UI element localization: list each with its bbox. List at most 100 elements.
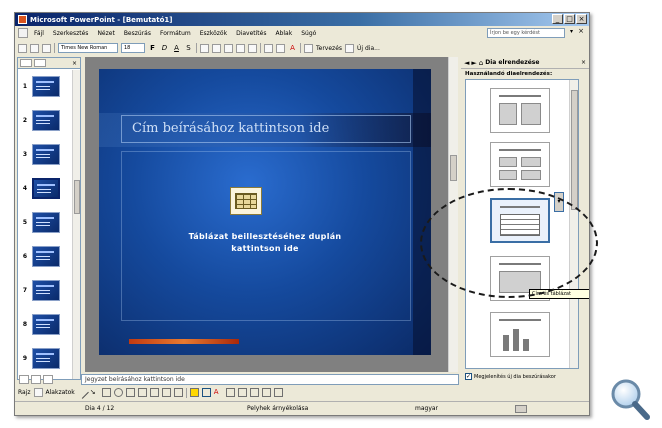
shadow-style-icon[interactable] <box>261 388 271 397</box>
dash-style-icon[interactable] <box>237 388 247 397</box>
layout-title-chart[interactable] <box>490 312 550 357</box>
bold-button[interactable]: F <box>148 44 157 52</box>
notes-field[interactable]: Jegyzet beírásához kattintson ide <box>81 373 459 385</box>
line-color-icon[interactable] <box>201 388 211 397</box>
menu-slideshow[interactable]: Diavetítés <box>236 30 266 37</box>
numbering-icon[interactable] <box>236 43 245 53</box>
picture-icon[interactable] <box>173 388 183 397</box>
line-icon[interactable] <box>75 386 89 399</box>
slide-thumbnail-row[interactable]: 2 <box>18 106 74 134</box>
diagram-icon[interactable] <box>149 388 159 397</box>
scrollbar-thumb[interactable] <box>450 155 457 181</box>
table-icon[interactable] <box>230 187 262 215</box>
slide-thumbnail-row[interactable]: 9 <box>18 344 74 372</box>
align-center-icon[interactable] <box>212 43 221 53</box>
menu-edit[interactable]: Szerkesztés <box>53 30 89 37</box>
layout-dropdown-button[interactable]: ▾ <box>554 192 564 212</box>
rectangle-icon[interactable] <box>101 388 111 397</box>
shadow-button[interactable]: S <box>184 44 193 52</box>
help-search-input[interactable]: Írjon be egy kérdést <box>487 28 565 38</box>
increase-font-icon[interactable] <box>264 43 273 53</box>
new-icon[interactable] <box>18 43 27 53</box>
slide-thumbnail-row[interactable]: 6 <box>18 242 74 270</box>
home-icon[interactable]: ⌂ <box>479 59 483 67</box>
layout-title-four-content[interactable] <box>490 142 550 187</box>
document-close-button[interactable]: × <box>578 27 584 35</box>
slideshow-view-button[interactable] <box>43 374 53 384</box>
maximize-button[interactable]: □ <box>564 14 575 24</box>
task-pane-title[interactable]: Dia elrendezése <box>485 59 539 66</box>
scrollbar-thumb[interactable] <box>74 180 80 214</box>
oval-icon[interactable] <box>113 388 123 397</box>
autoshapes-button[interactable]: Alakzatok <box>46 389 75 396</box>
minimize-button[interactable]: _ <box>552 14 563 24</box>
normal-view-button[interactable] <box>19 374 29 384</box>
back-arrow-icon[interactable]: ◄ <box>464 59 469 67</box>
font-color-icon[interactable]: A <box>214 388 223 397</box>
menu-view[interactable]: Nézet <box>97 30 114 37</box>
menu-file[interactable]: Fájl <box>34 30 44 37</box>
slide-thumbnail-row[interactable]: 1 <box>18 72 74 100</box>
align-right-icon[interactable] <box>224 43 233 53</box>
slide-thumbnail[interactable] <box>31 176 61 200</box>
slide-thumbnail[interactable] <box>32 143 60 165</box>
powerpoint-icon[interactable] <box>18 15 27 24</box>
italic-button[interactable]: D <box>160 44 169 52</box>
menu-format[interactable]: Formátum <box>160 30 191 37</box>
arrow-style-icon[interactable] <box>249 388 259 397</box>
sorter-view-button[interactable] <box>31 374 41 384</box>
font-name-select[interactable]: Times New Roman <box>58 43 118 53</box>
chevron-down-icon[interactable]: ▾ <box>570 28 573 35</box>
close-button[interactable]: × <box>576 14 587 24</box>
slide-thumbnail-row[interactable]: 3 <box>18 140 74 168</box>
slide-thumbnail[interactable] <box>32 313 60 335</box>
slide-thumbnail[interactable] <box>32 211 60 233</box>
fill-color-icon[interactable] <box>189 388 199 397</box>
title-placeholder[interactable]: Cím beírásához kattintson ide <box>121 115 411 143</box>
layout-title-two-content[interactable] <box>490 88 550 133</box>
draw-menu-button[interactable]: Rajz <box>18 389 31 396</box>
font-size-select[interactable]: 18 <box>121 43 145 53</box>
arrow-icon[interactable]: ↘ <box>90 388 99 397</box>
underline-button[interactable]: A <box>172 44 181 52</box>
align-left-icon[interactable] <box>200 43 209 53</box>
slide-thumbnail-row[interactable]: 5 <box>18 208 74 236</box>
forward-arrow-icon[interactable]: ► <box>471 59 476 67</box>
slide-thumbnail-row[interactable]: 7 <box>18 276 74 304</box>
decrease-font-icon[interactable] <box>276 43 285 53</box>
design-button[interactable]: Tervezés <box>316 45 342 52</box>
wordart-icon[interactable] <box>137 388 147 397</box>
layout-scrollbar[interactable] <box>569 80 578 368</box>
tab-slides[interactable] <box>20 59 32 67</box>
scrollbar-thumb[interactable] <box>571 90 578 210</box>
new-slide-button[interactable]: Új dia... <box>357 45 380 52</box>
slide-thumbnail[interactable] <box>32 279 60 301</box>
slide-scrollbar[interactable] <box>448 57 458 372</box>
slide-thumbnail[interactable] <box>32 347 60 369</box>
slide-thumbnail[interactable] <box>32 75 60 97</box>
line-style-icon[interactable] <box>225 388 235 397</box>
current-slide[interactable]: Cím beírásához kattintson ide Táblázat b… <box>99 69 431 355</box>
textbox-icon[interactable] <box>125 388 135 397</box>
select-objects-icon[interactable] <box>33 388 43 397</box>
slide-thumbnail[interactable] <box>32 109 60 131</box>
design-icon[interactable] <box>304 43 313 53</box>
pane-close-button[interactable]: × <box>72 60 77 67</box>
new-slide-icon[interactable] <box>345 43 355 53</box>
pane-scrollbar[interactable] <box>72 70 80 379</box>
3d-style-icon[interactable] <box>273 388 283 397</box>
menu-tools[interactable]: Eszközök <box>200 30 227 37</box>
font-color-button[interactable]: A <box>288 44 297 52</box>
document-icon[interactable] <box>18 28 28 38</box>
slide-thumbnail[interactable] <box>32 245 60 267</box>
slide-thumbnail-row[interactable]: 8 <box>18 310 74 338</box>
clipart-icon[interactable] <box>161 388 171 397</box>
layout-title-table[interactable] <box>490 198 550 243</box>
task-pane-close-button[interactable]: × <box>581 59 586 66</box>
bullets-icon[interactable] <box>248 43 257 53</box>
open-icon[interactable] <box>30 43 39 53</box>
menu-window[interactable]: Ablak <box>275 30 292 37</box>
slide-thumbnail-row[interactable]: 4 <box>18 174 74 202</box>
menu-insert[interactable]: Beszúrás <box>124 30 151 37</box>
save-icon[interactable] <box>42 43 51 53</box>
